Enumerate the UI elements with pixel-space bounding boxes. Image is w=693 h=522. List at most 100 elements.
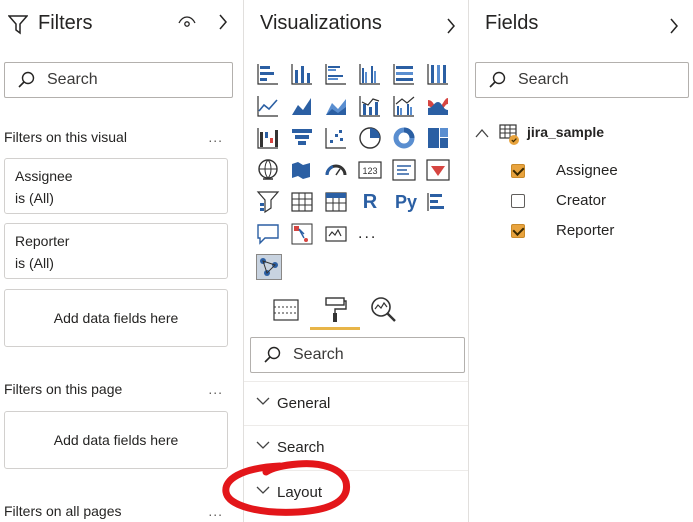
card-icon[interactable]: 123 [358,158,382,182]
r-script-visual-icon[interactable]: R [358,190,382,214]
line-and-clustered-column-chart-icon[interactable] [392,94,416,118]
clustered-column-chart-icon[interactable] [358,62,382,86]
accordion-label: Search [277,439,325,456]
100-stacked-bar-chart-icon[interactable] [392,62,416,86]
filters-pane: Filters Filters on this visual ... Assig… [0,0,243,522]
100-stacked-column-chart-icon[interactable] [426,62,450,86]
filters-search-box[interactable] [4,62,233,98]
filters-on-all-pages-label: Filters on all pages [4,503,122,519]
card-icon-text: 123 [362,166,377,176]
ribbon-chart-icon[interactable] [426,94,450,118]
stacked-column-chart-icon[interactable] [290,62,314,86]
fields-search-box[interactable] [475,62,689,98]
accordion-label: General [277,395,331,412]
drop-zone-label: Add data fields here [53,432,179,448]
more-visuals-icon[interactable]: ... [358,222,382,246]
visualizations-title: Visualizations [260,12,382,34]
collapse-filters-chevron-icon[interactable] [218,14,228,35]
format-search-input[interactable] [293,343,456,367]
filter-funnel-icon [7,14,29,41]
scatter-chart-icon[interactable] [324,126,348,150]
filters-on-page-label: Filters on this page [4,381,123,397]
map-globe-icon[interactable] [256,158,280,182]
fields-search-input[interactable] [518,68,680,92]
field-item-creator[interactable]: Creator [509,190,679,212]
waterfall-chart-icon[interactable] [256,126,280,150]
filters-on-visual-label: Filters on this visual [4,129,127,145]
table-icon[interactable] [290,190,314,214]
table-name: jira_sample [527,124,605,140]
field-label: Creator [556,192,607,209]
filter-card-field: Assignee [15,168,73,184]
table-icon [499,124,521,150]
slicer-icon[interactable] [256,190,280,214]
multi-row-card-icon[interactable] [392,158,416,182]
key-influencers-icon[interactable] [426,190,450,214]
field-label: Assignee [556,162,618,179]
pie-chart-icon[interactable] [358,126,382,150]
line-chart-icon[interactable] [256,94,280,118]
treemap-icon[interactable] [426,126,450,150]
filled-map-icon[interactable] [290,158,314,182]
line-and-stacked-column-chart-icon[interactable] [358,94,382,118]
analytics-magnifier-icon [370,296,398,329]
visual-filter-drop-zone[interactable]: Add data fields here [4,289,228,347]
clustered-bar-chart-icon[interactable] [324,62,348,86]
area-chart-icon[interactable] [290,94,314,118]
filters-on-page-more-icon[interactable]: ... [208,381,223,397]
chevron-down-icon [256,438,270,456]
gauge-icon[interactable] [324,158,348,182]
page-filter-drop-zone[interactable]: Add data fields here [4,411,228,469]
filters-on-visual-more-icon[interactable]: ... [208,129,223,145]
field-checkbox[interactable] [511,164,525,178]
filters-on-all-pages-more-icon[interactable]: ... [208,503,223,519]
tab-fields-wells[interactable] [266,294,306,330]
tab-format[interactable] [315,294,355,330]
accordion-layout[interactable]: Layout [244,470,468,514]
collapse-fields-chevron-icon[interactable] [669,18,679,39]
filter-card-reporter[interactable]: Reporter is (All) [4,223,228,279]
search-icon [263,346,281,369]
filter-card-field: Reporter [15,233,70,249]
tab-analytics[interactable] [364,294,404,330]
format-search-box[interactable] [250,337,465,373]
funnel-chart-icon[interactable] [290,126,314,150]
accordion-general[interactable]: General [244,381,468,425]
python-visual-icon[interactable]: Py [392,190,420,214]
visualizations-pane: Visualizations 123 R Py ... Search Gener… [243,0,469,522]
paint-roller-icon [323,296,347,329]
drop-zone-label: Add data fields here [53,310,179,326]
accordion-search[interactable]: Search [244,425,468,469]
field-label: Reporter [556,222,615,239]
qa-visual-icon[interactable] [256,222,280,246]
field-item-assignee[interactable]: Assignee [509,160,679,182]
stacked-bar-chart-icon[interactable] [256,62,280,86]
eye-icon[interactable] [178,16,196,35]
filters-title: Filters [38,12,93,34]
chevron-down-icon [256,483,270,501]
collapse-visualizations-chevron-icon[interactable] [446,18,456,39]
active-tab-indicator [310,327,360,330]
decomposition-tree-icon[interactable] [290,222,314,246]
donut-chart-icon[interactable] [392,126,416,150]
field-checkbox[interactable] [511,194,525,208]
filter-card-state: is (All) [15,190,54,206]
search-icon [488,71,506,94]
fields-title: Fields [485,12,539,34]
filters-search-input[interactable] [47,68,224,92]
field-checkbox[interactable] [511,224,525,238]
filter-card-assignee[interactable]: Assignee is (All) [4,158,228,214]
field-item-reporter[interactable]: Reporter [509,220,679,242]
fields-wells-icon [273,298,299,326]
search-icon [17,71,35,94]
chevron-up-icon[interactable] [475,126,489,143]
matrix-icon[interactable] [324,190,348,214]
chevron-down-icon [256,394,270,412]
custom-network-visual-icon[interactable] [256,254,282,280]
stacked-area-chart-icon[interactable] [324,94,348,118]
accordion-label: Layout [277,484,323,501]
smart-narrative-icon[interactable] [324,222,348,246]
table-node-jira-sample[interactable]: jira_sample [475,122,685,146]
kpi-icon[interactable] [426,158,450,182]
filter-card-state: is (All) [15,255,54,271]
